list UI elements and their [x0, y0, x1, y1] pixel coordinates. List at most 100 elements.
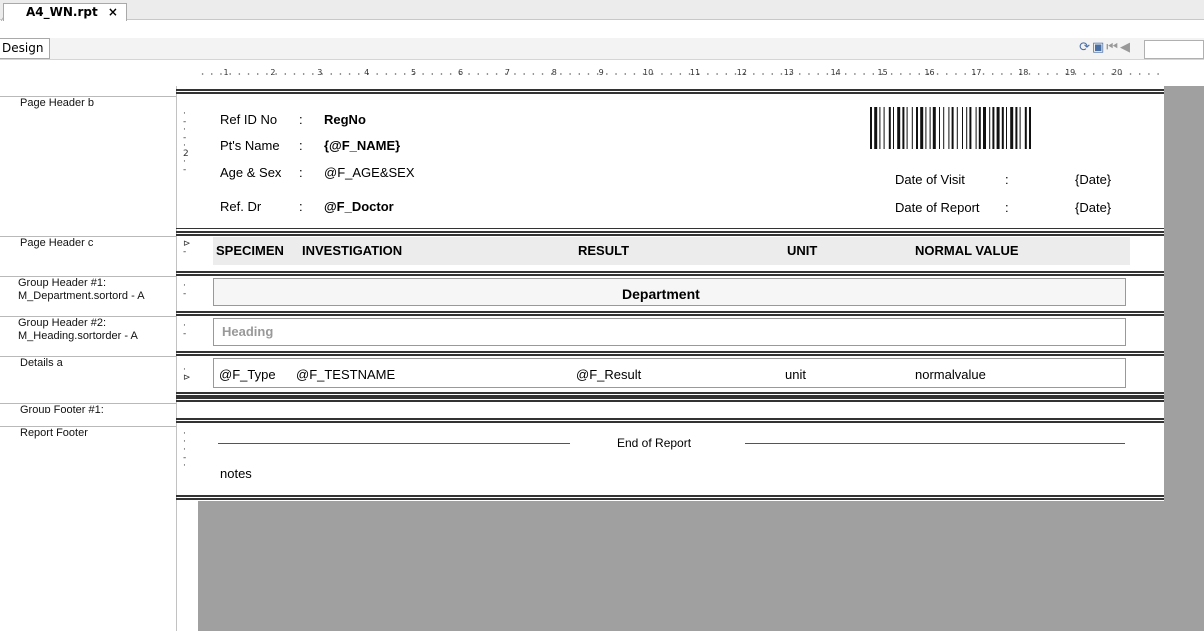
result-field[interactable]: @F_Result	[576, 367, 641, 382]
section-label-report-footer[interactable]: Report Footer	[0, 426, 176, 440]
prev-page-icon[interactable]: ◀	[1120, 40, 1132, 55]
end-of-report-text[interactable]: End of Report	[617, 436, 691, 450]
section-marker[interactable]: · - · - · 2 · -	[183, 110, 189, 175]
barcode-bar	[911, 107, 913, 149]
ref-id-label[interactable]: Ref ID No	[220, 112, 277, 127]
barcode-bar	[1019, 107, 1021, 149]
close-icon[interactable]: ×	[108, 5, 118, 19]
section-divider	[176, 228, 1164, 229]
testname-field[interactable]: @F_TESTNAME	[296, 367, 395, 382]
unit-header[interactable]: UNIT	[787, 243, 817, 258]
barcode-bar	[989, 107, 991, 149]
ruler-tick-label: 4	[364, 68, 370, 77]
refresh-icon[interactable]: ⟳	[1079, 40, 1092, 55]
page-number-input[interactable]	[1144, 40, 1204, 59]
section-marker[interactable]: · -	[183, 282, 186, 299]
investigation-header[interactable]: INVESTIGATION	[302, 243, 402, 258]
heading-box[interactable]	[213, 318, 1126, 346]
ruler-tick-label: 16	[924, 68, 935, 77]
barcode-bar	[893, 107, 894, 149]
type-field[interactable]: @F_Type	[219, 367, 276, 382]
barcode-bar	[1001, 107, 1004, 149]
ruler-tick-label: 12	[736, 68, 747, 77]
barcode-bar	[1029, 107, 1031, 149]
section-divider	[176, 89, 1164, 94]
ref-dr-label[interactable]: Ref. Dr	[220, 199, 261, 214]
date-of-report-field[interactable]: {Date}	[1075, 200, 1111, 215]
ruler-tick-label: 9	[598, 68, 604, 77]
age-sex-label[interactable]: Age & Sex	[220, 165, 281, 180]
section-label-page-header-c[interactable]: Page Header c	[0, 236, 176, 250]
date-of-visit-colon[interactable]: :	[1005, 172, 1009, 187]
result-header[interactable]: RESULT	[578, 243, 629, 258]
ref-id-field[interactable]: RegNo	[324, 112, 366, 127]
barcode-bar	[920, 107, 924, 149]
section-marker-arrow[interactable]: ⊳ -	[183, 240, 191, 257]
heading-field[interactable]: Heading	[222, 324, 273, 339]
ruler-tick-label: 6	[457, 68, 464, 77]
patient-name-label[interactable]: Pt's Name	[220, 138, 280, 153]
unit-field[interactable]: unit	[785, 367, 806, 382]
date-of-visit-label[interactable]: Date of Visit	[895, 172, 965, 187]
barcode-image[interactable]	[870, 107, 1116, 149]
horizontal-ruler: 1 2 3 4 5 6 7 8 9 10 11 12 13 14 15 16 17 18 19 20	[198, 68, 1164, 82]
first-page-icon[interactable]: ⏮	[1106, 40, 1120, 55]
barcode-bar	[897, 107, 901, 149]
section-label-details-a[interactable]: Details a	[0, 356, 176, 370]
section-labels-panel: Page Header b Page Header c Group Header…	[0, 86, 176, 631]
age-sex-colon[interactable]: :	[299, 165, 303, 180]
ref-dr-colon[interactable]: :	[299, 199, 303, 214]
ref-id-colon[interactable]: :	[299, 112, 303, 127]
date-of-visit-field[interactable]: {Date}	[1075, 172, 1111, 187]
date-of-report-label[interactable]: Date of Report	[895, 200, 980, 215]
barcode-bar	[975, 107, 977, 149]
barcode-bar	[956, 107, 958, 149]
tab-design[interactable]: Design	[0, 38, 51, 59]
barcode-bar	[925, 107, 927, 149]
barcode-bar	[951, 107, 954, 149]
specimen-header[interactable]: SPECIMEN	[216, 243, 284, 258]
age-sex-field[interactable]: @F_AGE&SEX	[324, 165, 415, 180]
barcode-bar	[943, 107, 945, 149]
barcode-bar	[883, 107, 885, 149]
normal-value-field[interactable]: normalvalue	[915, 367, 986, 382]
department-field[interactable]: Department	[622, 286, 700, 302]
patient-name-colon[interactable]: :	[299, 138, 303, 153]
section-marker-arrow[interactable]: · ⊳	[183, 366, 191, 383]
section-marker[interactable]: · · · - ·	[183, 430, 186, 471]
stop-icon[interactable]: ▣	[1092, 40, 1106, 55]
date-of-report-colon[interactable]: :	[1005, 200, 1009, 215]
ruler-tick-label: 19	[1065, 68, 1076, 77]
barcode-bar	[870, 107, 872, 149]
section-label-page-header-b[interactable]: Page Header b	[0, 96, 176, 110]
barcode-bar	[906, 107, 908, 149]
navigation-icons[interactable]: ⟳▣⏮◀	[1079, 40, 1132, 55]
barcode-bar	[929, 107, 931, 149]
ruler-tick-label: 2	[270, 68, 276, 77]
document-tab-title: A4_WN.rpt	[26, 5, 98, 19]
doctor-field[interactable]: @F_Doctor	[324, 199, 394, 214]
section-marker[interactable]: · -	[183, 322, 186, 339]
barcode-bar	[939, 107, 940, 149]
barcode-bar	[932, 107, 936, 149]
section-label-group-header-1[interactable]: Group Header #1: M_Department.sortord - …	[0, 276, 176, 303]
ruler-tick-label: 13	[783, 68, 794, 77]
section-label-group-header-2[interactable]: Group Header #2: M_Heading.sortorder - A	[0, 316, 176, 343]
barcode-bar	[969, 107, 972, 149]
document-tab[interactable]: A4_WN.rpt ×	[3, 3, 127, 21]
ruler-tick-label: 11	[689, 68, 701, 77]
section-label-group-footer-1[interactable]: Group Footer #1:	[0, 403, 176, 413]
normal-value-header[interactable]: NORMAL VALUE	[915, 243, 1019, 258]
section-divider	[176, 418, 1164, 423]
notes-field[interactable]: notes	[220, 466, 252, 481]
ruler-tick-label: 10	[643, 68, 654, 77]
section-divider	[176, 271, 1164, 276]
barcode-bar	[1015, 107, 1018, 149]
footer-right-line	[745, 443, 1125, 444]
barcode-bar	[1010, 107, 1014, 149]
document-tab-strip	[0, 0, 1204, 20]
patient-name-field[interactable]: {@F_NAME}	[324, 138, 400, 153]
section-divider	[176, 311, 1164, 316]
barcode-bar	[948, 107, 950, 149]
section-divider	[176, 231, 1164, 236]
